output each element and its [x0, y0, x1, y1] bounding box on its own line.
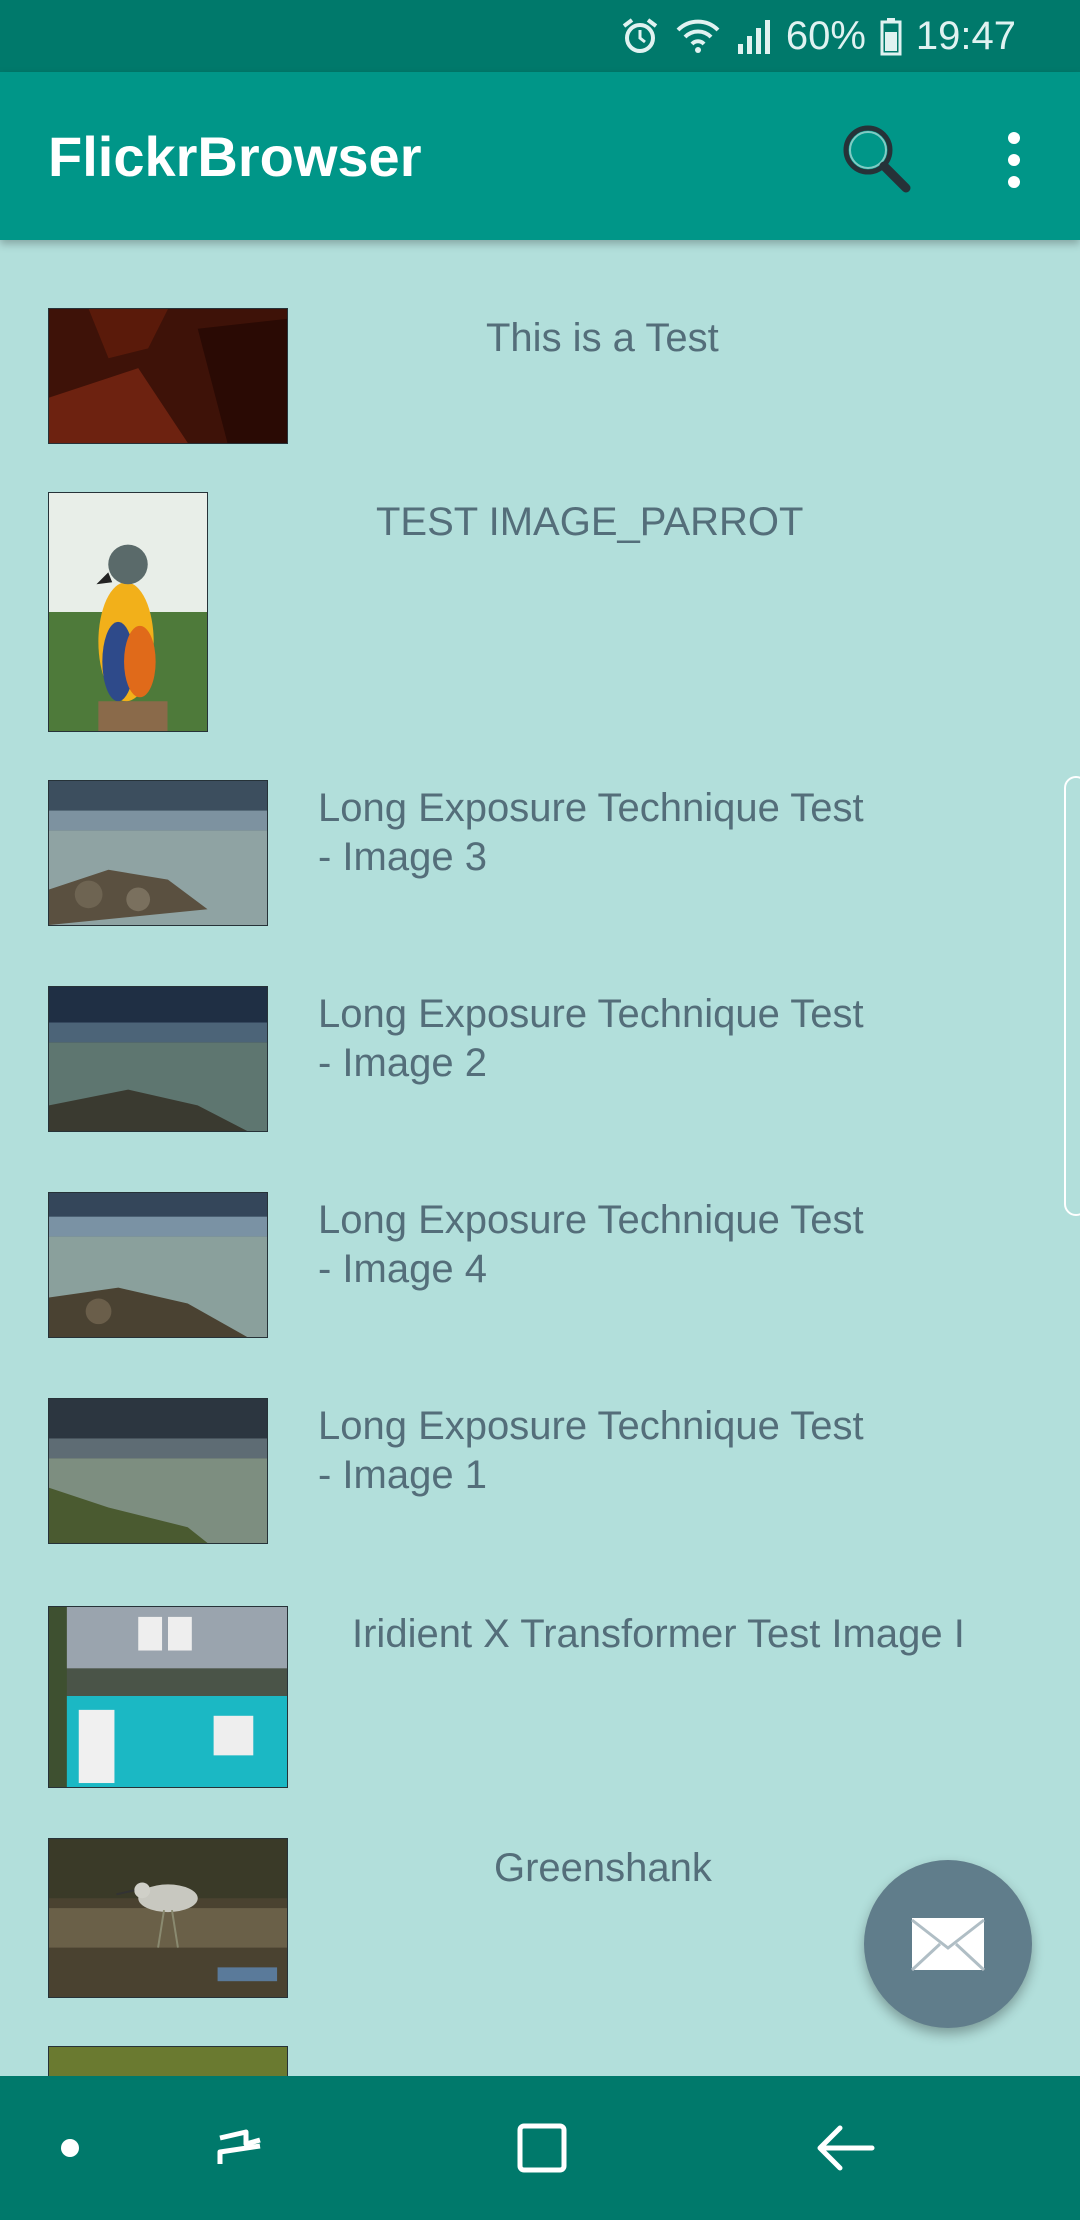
fast-scroll-handle[interactable]: [1064, 776, 1080, 1216]
status-icons: 60% 19:47: [620, 0, 1016, 72]
back-icon: [817, 2125, 875, 2171]
app-title: FlickrBrowser: [48, 125, 422, 188]
battery-icon: [880, 16, 902, 56]
photo-thumbnail: [48, 308, 288, 444]
list-item[interactable]: [0, 2046, 1080, 2076]
list-item[interactable]: Long Exposure Technique Test - Image 3: [0, 780, 1080, 926]
photo-title: Long Exposure Technique Test - Image 2: [318, 992, 864, 1085]
status-bar: 60% 19:47: [0, 0, 1080, 72]
back-button[interactable]: [806, 2108, 886, 2188]
search-icon: [843, 125, 911, 193]
alarm-icon: [620, 16, 660, 56]
photo-thumbnail: [48, 492, 208, 732]
nav-dot-button[interactable]: [30, 2108, 110, 2188]
photo-thumbnail: [48, 1192, 268, 1338]
email-fab[interactable]: [864, 1860, 1032, 2028]
recent-apps-button[interactable]: [200, 2108, 280, 2188]
dot-icon: [61, 2139, 79, 2157]
photo-thumbnail: [48, 1838, 288, 1998]
photo-thumbnail: [48, 1398, 268, 1544]
list-item[interactable]: This is a Test: [0, 308, 1080, 444]
battery-percent: 60%: [785, 13, 866, 58]
photo-thumbnail: [48, 2046, 288, 2076]
photo-title: Long Exposure Technique Test - Image 3: [318, 786, 864, 879]
list-item[interactable]: Iridient X Transformer Test Image I: [0, 1606, 1080, 1788]
photo-list[interactable]: This is a Test TEST IMAGE_PARROT Long Ex…: [0, 240, 1080, 2076]
photo-thumbnail: [48, 780, 268, 926]
envelope-icon: [910, 1918, 986, 1972]
photo-title: TEST IMAGE_PARROT: [376, 500, 804, 544]
more-vert-icon: [1008, 132, 1020, 188]
photo-title: This is a Test: [486, 316, 719, 360]
list-item[interactable]: TEST IMAGE_PARROT: [0, 492, 1080, 732]
recent-apps-icon: [217, 2129, 261, 2164]
home-button[interactable]: [502, 2108, 582, 2188]
list-item[interactable]: Long Exposure Technique Test - Image 2: [0, 986, 1080, 1132]
photo-title: Greenshank: [494, 1846, 712, 1890]
more-options-button[interactable]: [974, 124, 1054, 196]
photo-thumbnail: [48, 986, 268, 1132]
search-button[interactable]: [836, 118, 916, 198]
photo-title: Iridient X Transformer Test Image I: [352, 1612, 965, 1656]
signal-icon: [736, 16, 772, 56]
photo-title: Long Exposure Technique Test - Image 1: [318, 1404, 864, 1497]
wifi-icon: [674, 16, 722, 56]
photo-thumbnail: [48, 1606, 288, 1788]
list-item[interactable]: Long Exposure Technique Test - Image 4: [0, 1192, 1080, 1338]
navigation-bar: [0, 2076, 1080, 2220]
app-bar: FlickrBrowser: [0, 72, 1080, 240]
home-icon: [517, 2123, 567, 2173]
photo-title: Long Exposure Technique Test - Image 4: [318, 1198, 864, 1291]
list-item[interactable]: Long Exposure Technique Test - Image 1: [0, 1398, 1080, 1544]
clock: 19:47: [915, 13, 1016, 58]
